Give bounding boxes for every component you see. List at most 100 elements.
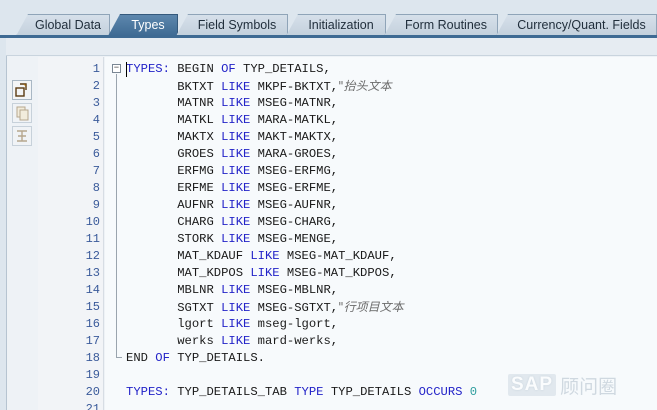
insert-statement-icon [15,83,27,97]
code-token: MSEG-MAT_KDAUF, [286,249,397,263]
code-line[interactable]: ERFMG LIKE MSEG-ERFMG, [126,163,338,180]
code-token: MATKL [126,113,222,127]
keyword-token: TYPES: [126,385,178,399]
code-token: MSEG-CHARG, [257,215,339,229]
keyword-token: OCCURS [418,385,470,399]
code-token: MAT_KDPOS [126,266,251,280]
keyword-token: LIKE [250,249,287,263]
line-number: 5 [92,130,100,144]
code-line[interactable]: TYPES: BEGIN OF TYP_DETAILS, [126,61,331,78]
code-token: CHARG [126,215,222,229]
keyword-token: LIKE [221,130,258,144]
insert-statement-button[interactable] [12,80,32,100]
code-token: TYP_DETAILS, [243,62,331,76]
line-number: 12 [85,249,100,263]
code-token: STORK [126,232,222,246]
tab-initialization[interactable]: Initialization [286,14,386,36]
keyword-token: LIKE [221,334,258,348]
code-line[interactable]: MAT_KDPOS LIKE MSEG-MAT_KDPOS, [126,265,397,282]
keyword-token: LIKE [221,317,258,331]
line-number: 17 [85,334,100,348]
line-number: 6 [92,147,100,161]
code-token: werks [126,334,222,348]
code-line[interactable]: MATKL LIKE MARA-MATKL, [126,112,338,129]
code-line[interactable]: GROES LIKE MARA-GROES, [126,146,338,163]
line-number: 2 [92,79,100,93]
fold-toggle-icon[interactable]: − [112,64,121,73]
code-line[interactable]: MAT_KDAUF LIKE MSEG-MAT_KDAUF, [126,248,397,265]
code-token: MAT_KDAUF [126,249,251,263]
tab-types[interactable]: Types [108,14,178,36]
keyword-token: LIKE [221,113,258,127]
keyword-token: OF [221,62,244,76]
code-line[interactable]: SGTXT LIKE MSEG-SGTXT,"行项目文本 [126,299,404,316]
keyword-token: LIKE [221,96,258,110]
code-line[interactable]: ERFME LIKE MSEG-ERFME, [126,180,338,197]
code-token: MARA-MATKL, [257,113,339,127]
code-token: MSEG-SGTXT, [257,301,339,315]
code-token: MATNR [126,96,222,110]
line-number: 7 [92,164,100,178]
text-cursor [126,62,127,77]
code-token: ERFME [126,181,222,195]
watermark: SAP 顾问圈 [508,371,617,399]
keyword-token: LIKE [250,266,287,280]
keyword-token: LIKE [221,164,258,178]
code-token: AUFNR [126,198,222,212]
code-line[interactable]: MBLNR LIKE MSEG-MBLNR, [126,282,338,299]
code-token: ERFMG [126,164,222,178]
pattern-button[interactable] [12,126,32,146]
comment-token: "行项目文本 [338,300,404,314]
line-number: 13 [85,266,100,280]
line-number: 19 [85,368,100,382]
keyword-token: LIKE [221,181,258,195]
code-token: MAKTX [126,130,222,144]
line-number: 20 [85,385,100,399]
code-token: MSEG-ERFME, [257,181,339,195]
line-number: 4 [92,113,100,127]
code-line[interactable]: werks LIKE mard-werks, [126,333,338,350]
keyword-token: OF [155,351,178,365]
code-token: MARA-GROES, [257,147,339,161]
line-number: 10 [85,215,100,229]
tab-currency-quant-fields[interactable]: Currency/Quant. Fields [496,14,657,36]
watermark-brand: SAP [508,374,557,396]
fold-guide-end [116,357,122,358]
copy-icon [16,106,29,121]
code-line[interactable]: TYPES: TYP_DETAILS_TAB TYPE TYP_DETAILS … [126,384,477,401]
copy-button[interactable] [12,103,32,123]
line-number: 11 [85,232,100,246]
code-token: TYP_DETAILS_TAB [177,385,295,399]
keyword-token: TYPE [294,385,331,399]
code-token: MAKT-MAKTX, [257,130,339,144]
code-line[interactable]: BKTXT LIKE MKPF-BKTXT,"抬头文本 [126,78,391,95]
tab-field-symbols[interactable]: Field Symbols [176,14,288,36]
code-line[interactable]: lgort LIKE mseg-lgort, [126,316,338,333]
code-line[interactable]: AUFNR LIKE MSEG-AUFNR, [126,197,338,214]
line-number: 18 [85,351,100,365]
keyword-token: LIKE [221,301,258,315]
code-line[interactable]: MATNR LIKE MSEG-MATNR, [126,95,338,112]
code-token: MSEG-AUFNR, [257,198,339,212]
code-token: END [126,351,156,365]
code-token: lgort [126,317,222,331]
keyword-token: LIKE [221,232,258,246]
tab-global-data[interactable]: Global Data [16,14,110,36]
code-token: TYP_DETAILS. [177,351,265,365]
code-line[interactable]: CHARG LIKE MSEG-CHARG, [126,214,338,231]
tab-strip: Global Data Types Field Symbols Initiali… [0,0,657,38]
code-line[interactable]: STORK LIKE MSEG-MENGE, [126,231,338,248]
line-number: 16 [85,317,100,331]
code-line[interactable]: END OF TYP_DETAILS. [126,350,265,367]
keyword-token: LIKE [221,198,258,212]
line-number: 3 [92,96,100,110]
fold-guide [116,74,117,358]
code-token: mseg-lgort, [257,317,339,331]
code-line[interactable]: MAKTX LIKE MAKT-MAKTX, [126,129,338,146]
code-token: BEGIN [177,62,222,76]
code-token: MBLNR [126,283,222,297]
code-token: MSEG-MAT_KDPOS, [286,266,397,280]
tab-form-routines[interactable]: Form Routines [384,14,498,36]
code-token: BKTXT [126,80,222,94]
pattern-icon [17,130,27,142]
